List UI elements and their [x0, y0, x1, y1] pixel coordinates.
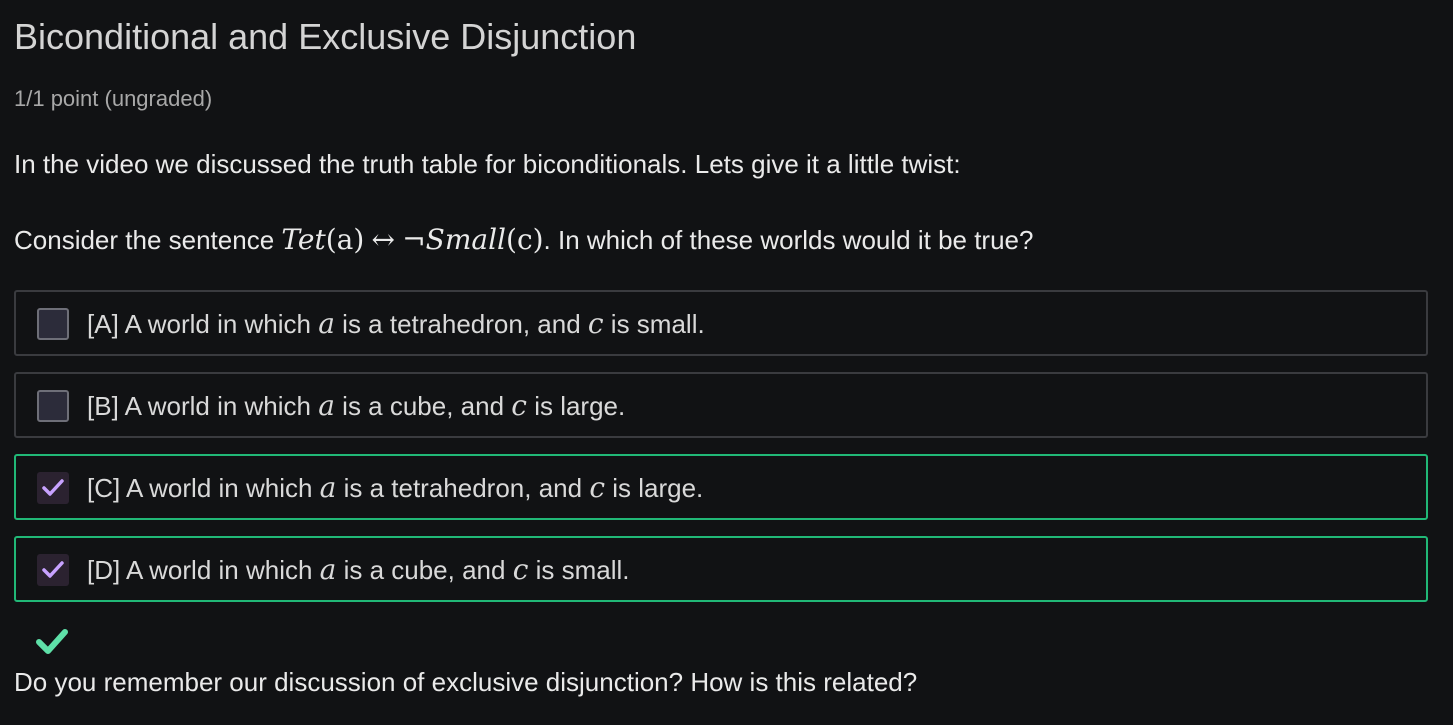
- formula-tet: Tet: [281, 223, 326, 256]
- question-prompt: Consider the sentence Tet(a) ↔ ¬Small(c)…: [14, 224, 1033, 256]
- choice-c-text: [C] A world in which: [87, 473, 320, 503]
- checkmark-icon: [42, 479, 64, 496]
- formula-small: Small: [425, 223, 507, 256]
- choice-d-text-mid: is a cube, and: [336, 555, 513, 585]
- choice-c[interactable]: [C] A world in which a is a tetrahedron,…: [14, 454, 1428, 520]
- formula-neg: ¬: [402, 223, 426, 256]
- choice-b-label: [B] A world in which a is a cube, and c …: [87, 389, 626, 422]
- var-c: c: [512, 553, 529, 586]
- choice-c-text-end: is large.: [605, 473, 704, 503]
- choice-d-label: [D] A world in which a is a cube, and c …: [87, 553, 630, 586]
- var-c: c: [589, 471, 605, 504]
- choice-a-label: [A] A world in which a is a tetrahedron,…: [87, 307, 705, 340]
- choice-d-text-end: is small.: [528, 555, 630, 585]
- choice-b-text-mid: is a cube, and: [334, 391, 512, 421]
- choice-a-text-end: is small.: [603, 309, 705, 339]
- var-c: c: [587, 307, 604, 340]
- formula-arg-a: (a): [325, 223, 365, 256]
- choice-c-text-mid: is a tetrahedron, and: [336, 473, 590, 503]
- choice-d[interactable]: [D] A world in which a is a cube, and c …: [14, 536, 1428, 602]
- choice-b-text: [B] A world in which: [87, 391, 319, 421]
- choice-a-text-mid: is a tetrahedron, and: [334, 309, 588, 339]
- choice-a-text: [A] A world in which: [87, 309, 319, 339]
- var-a: a: [318, 389, 335, 422]
- followup-text: Do you remember our discussion of exclus…: [14, 667, 918, 697]
- choice-b-checkbox[interactable]: [37, 390, 69, 422]
- checkmark-icon: [42, 561, 64, 578]
- choice-c-label: [C] A world in which a is a tetrahedron,…: [87, 471, 704, 504]
- choice-b-text-end: is large.: [526, 391, 626, 421]
- correct-check-icon: [36, 628, 68, 661]
- choice-d-text: [D] A world in which: [87, 555, 320, 585]
- var-a: a: [318, 307, 335, 340]
- var-a: a: [319, 471, 337, 504]
- intro-text: In the video we discussed the truth tabl…: [14, 149, 961, 179]
- formula-arg-c: (c): [506, 223, 544, 256]
- problem-title: Biconditional and Exclusive Disjunction: [14, 16, 637, 57]
- choice-d-checkbox[interactable]: [37, 554, 69, 586]
- choice-b[interactable]: [B] A world in which a is a cube, and c …: [14, 372, 1428, 438]
- formula-iff: ↔: [371, 223, 395, 256]
- var-a: a: [319, 553, 337, 586]
- var-c: c: [511, 389, 527, 422]
- points-status: 1/1 point (ungraded): [14, 86, 213, 111]
- prompt-after: . In which of these worlds would it be t…: [543, 225, 1034, 255]
- prompt-before: Consider the sentence: [14, 225, 282, 255]
- choice-c-checkbox[interactable]: [37, 472, 69, 504]
- choice-a[interactable]: [A] A world in which a is a tetrahedron,…: [14, 290, 1428, 356]
- choice-a-checkbox[interactable]: [37, 308, 69, 340]
